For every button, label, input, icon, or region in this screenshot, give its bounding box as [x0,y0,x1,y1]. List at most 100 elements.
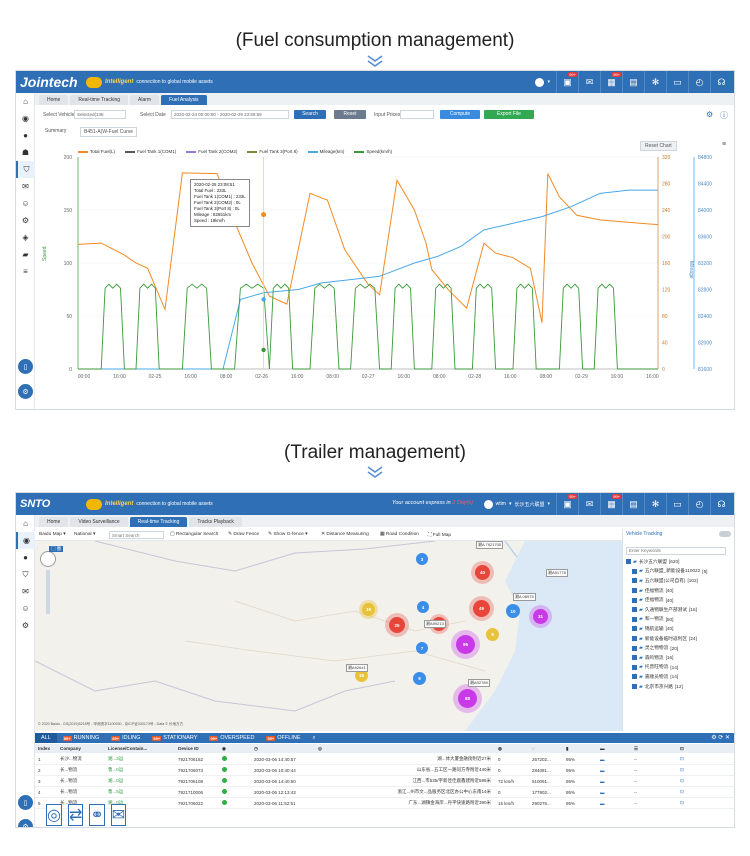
camera-icon[interactable]: ◎ [46,804,62,826]
message-icon[interactable]: ✉ [578,493,600,515]
checkbox[interactable] [632,655,637,661]
cluster-marker[interactable]: 31 [533,609,548,624]
reset-button[interactable]: Reset [334,110,366,119]
truck-icon[interactable]: ▰ [16,246,35,263]
smart-search-input[interactable] [109,531,164,539]
checkbox[interactable] [632,684,637,690]
cluster-marker[interactable]: 7 [416,642,428,654]
mail-icon[interactable]: ✉ [16,178,35,195]
tree-item[interactable]: ▰ 托普旺物流 [14] [623,663,734,673]
tree-item[interactable]: ▰ 佳福物流 [40] [623,595,734,605]
tree-item[interactable]: ▰ 锦航运输 [40] [623,624,734,634]
draw-fence-tool[interactable]: ✎ Draw Fence [228,532,259,537]
alarm-icon[interactable]: ▦ 99+ [600,493,622,515]
checkbox[interactable] [632,664,637,670]
cluster-marker[interactable]: 25 [389,617,405,633]
cluster-marker[interactable]: 9 [413,672,426,685]
user-menu[interactable]: ▾ [529,77,556,87]
tree-item[interactable]: ▰ 五六联盟_新能设备110022 [5] [623,567,734,577]
tab-realtime[interactable]: Real-time Tracking [70,95,129,105]
status-tab[interactable]: 99+ IDLING [105,733,146,743]
checkbox[interactable] [632,674,637,680]
tree-item[interactable]: ▰ 新能设备临时返利区 [24] [623,634,734,644]
map-pan-control[interactable] [40,551,56,567]
cell-license[interactable]: 湘...0运 [105,778,175,784]
cluster-marker[interactable]: 49 [473,600,490,617]
map-type-select[interactable]: Baidu Map ▾ [39,532,66,537]
gear-icon[interactable]: ✻ [644,493,666,515]
detail-icon[interactable]: ⊡ [677,756,717,762]
region-select[interactable]: National ▾ [74,532,95,537]
gear-icon[interactable]: ✻ [644,71,666,93]
table-row[interactable]: 5 长...物流 湘...0运 7921706022 2020-03-06 11:52:… [35,798,734,809]
tab-alarm[interactable]: Alarm [130,95,160,105]
price-input[interactable] [400,110,434,119]
zoom-slider[interactable] [46,570,50,614]
checkbox[interactable] [632,588,637,594]
support-icon[interactable]: ☊ [710,71,732,93]
mail-icon[interactable]: ✉ [110,804,127,826]
status-tab[interactable]: 99+ OVERSPEED [203,733,260,743]
keyword-search-input[interactable] [626,546,726,555]
tab-home[interactable]: Home [39,517,69,527]
tab-fuel-analysis[interactable]: Fuel Analysis [161,95,207,105]
vehicle-label[interactable]: 湘A91778 [546,569,568,577]
tree-item[interactable]: ▰ 灵之物物流 [20] [623,643,734,653]
full-map-tool[interactable]: ⛶ Full Map [428,532,451,538]
cluster-marker[interactable]: 8 [486,628,499,641]
vehicle-label[interactable]: 湘A99213 [424,620,446,628]
search-icon[interactable]: ⌕ [307,733,322,743]
checkbox[interactable] [632,645,637,651]
user-menu[interactable]: wtim ▾ 长沙五六联盟 ▾ [478,499,556,509]
tree-item[interactable]: ▰ 北京市京兴路 [12] [623,682,734,692]
road-condition-tool[interactable]: ▦ Road Condition [380,532,419,537]
location-icon[interactable]: ◉ [16,110,35,127]
vehicle-label[interactable]: 湘A92641 [346,664,368,672]
layers-icon[interactable]: ◈ [16,229,35,246]
vehicle-select[interactable]: Selected(138 [74,110,126,119]
status-tab[interactable]: 99+ STATIONARY [146,733,203,743]
tree-item[interactable]: ▰ 佳福物流 [40] [623,586,734,596]
reset-chart-button[interactable]: Reset Chart [640,141,677,151]
shield-icon[interactable]: ⛉ [16,566,35,583]
checkbox[interactable] [632,568,637,574]
home-icon[interactable]: ⌂ [16,93,35,110]
chat-icon[interactable]: ▭ [666,71,688,93]
toggle-switch[interactable] [719,531,731,537]
chat-icon[interactable]: ▭ [666,493,688,515]
checkbox[interactable] [632,597,637,603]
cluster-marker[interactable]: 19 [362,603,375,616]
cluster-marker[interactable]: 4 [417,601,429,613]
help-icon[interactable]: ⓘ [720,110,728,121]
vehicle-label[interactable]: 湘A 08975 [513,593,536,601]
location-icon[interactable]: ◉ [16,532,35,549]
map-view[interactable] [35,541,624,731]
tree-item[interactable]: ▰ 久通物联生产部测试 [16] [623,605,734,615]
cluster-marker[interactable]: 40 [475,565,490,580]
tree-item[interactable]: ▰ 和一物流 [50] [623,615,734,625]
grid-settings-icon[interactable]: ⚙ ⟳ ✕ [711,734,730,741]
tree-item[interactable]: ▰ 五六联盟(公司自有) [102] [623,576,734,586]
cell-license[interactable]: 鲁...0运 [105,767,175,773]
detail-icon[interactable]: ⊡ [677,800,717,806]
checkbox[interactable] [626,559,631,565]
shield-icon[interactable]: ⛉ [16,161,35,178]
detail-icon[interactable]: ⊡ [677,778,717,784]
dashboard-icon[interactable]: ◴ [688,71,710,93]
settings-icon[interactable]: ⚙ [16,212,35,229]
cluster-marker[interactable]: 95 [456,635,475,654]
table-row[interactable]: 3 长...物流 湘...0运 7921706108 2020-03-06 14:40:… [35,776,734,787]
export-button[interactable]: Export File [484,110,534,119]
mail-icon[interactable]: ✉ [16,583,35,600]
cell-license[interactable]: 鲁...5运 [105,789,175,795]
status-tab[interactable]: 99+ OFFLINE [260,733,306,743]
phone-icon[interactable]: ▯ [18,795,33,810]
video-icon[interactable]: ▣ 99+ [556,493,578,515]
tree-item[interactable]: ▰ 森鸣物流 [16] [623,653,734,663]
tab-summary[interactable]: Summary [45,128,66,134]
share-icon[interactable]: ⚭ [89,804,105,826]
status-tab[interactable]: ALL [35,733,57,743]
checkbox[interactable] [632,626,637,632]
support-gear-icon[interactable]: ⚙ [18,384,33,399]
vehicle-label[interactable]: 湘A92789 [468,679,490,687]
